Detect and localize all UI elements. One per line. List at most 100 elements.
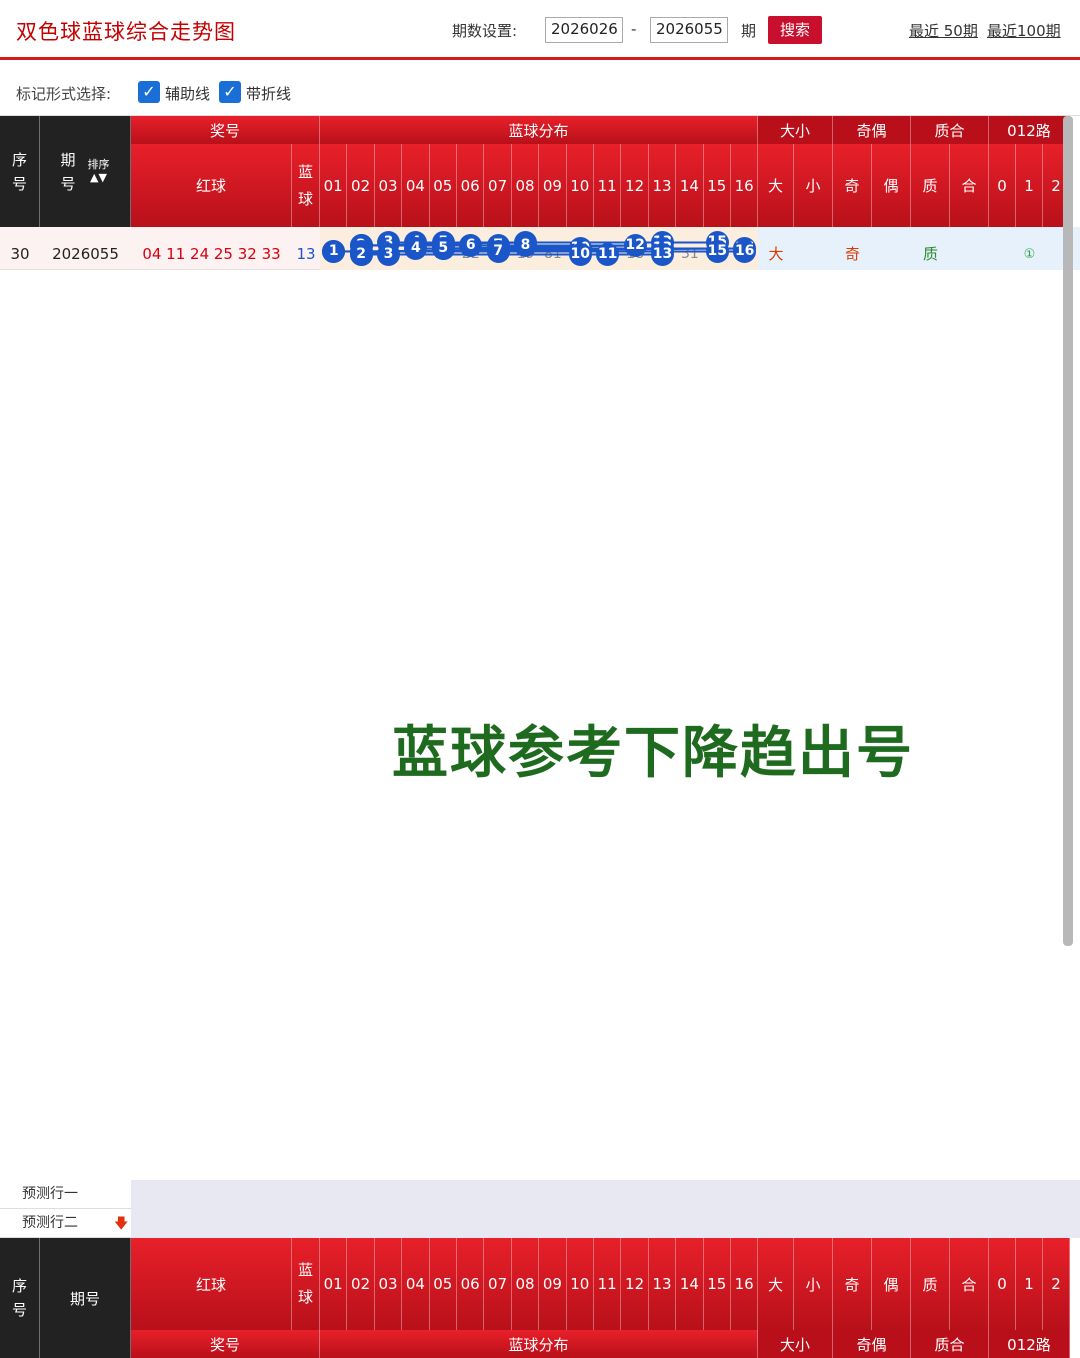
- header-sub-8: 2: [1043, 1238, 1070, 1330]
- header-sub-4: 质: [911, 144, 950, 227]
- header-period[interactable]: 期号: [40, 1238, 131, 1358]
- search-button[interactable]: 搜索: [768, 16, 822, 44]
- header-sub-5: 合: [950, 144, 989, 227]
- header-seq: 序号: [0, 116, 40, 227]
- header-num-14: 14: [676, 144, 704, 227]
- header-blue: 蓝球: [292, 144, 320, 227]
- header-primecomp: 质合: [911, 1330, 989, 1358]
- predict-row-2: 预测行二 🡇: [0, 1209, 1080, 1238]
- header-num-15: 15: [703, 144, 731, 227]
- header-num-06: 06: [457, 1238, 485, 1330]
- header-sub-0: 大: [758, 1238, 794, 1330]
- blue-ball-marker: 7: [486, 240, 510, 263]
- header-num-06: 06: [457, 144, 485, 227]
- header-prize: 奖号: [131, 1330, 320, 1358]
- header-num-11: 11: [594, 1238, 622, 1330]
- header-num-12: 12: [621, 144, 649, 227]
- bigsmall-cell: 大: [768, 245, 784, 263]
- header-num-16: 16: [731, 1238, 759, 1330]
- row-red-balls: 04 11 24 25 32 33: [142, 245, 281, 263]
- header-route: 012路: [989, 1330, 1070, 1358]
- header-distribution: 蓝球分布: [320, 116, 758, 144]
- arrow-down-icon[interactable]: 🡇: [114, 1213, 128, 1237]
- route-cell: ①: [1023, 247, 1036, 262]
- blue-ball-marker: 10: [568, 243, 592, 266]
- blue-ball-marker: 15: [705, 240, 729, 263]
- header-num-01: 01: [320, 144, 348, 227]
- predict-row-2-label: 预测行二: [0, 1209, 131, 1238]
- header-num-05: 05: [429, 1238, 457, 1330]
- trend-table: 序号期号排序 ▲▼ 奖号 红球蓝球蓝球分布 01 02 03 04 05 06 07 08 09 10 11…: [0, 116, 1080, 1358]
- mark-style-label: 标记形式选择:: [16, 85, 112, 103]
- recent-100-link[interactable]: 最近100期: [987, 20, 1061, 41]
- header-sub-3: 偶: [872, 144, 911, 227]
- header-num-03: 03: [374, 1238, 403, 1330]
- options-bar: 标记形式选择: ✓ 辅助线 ✓ 带折线: [0, 68, 1080, 116]
- header-sub-1: 小: [794, 144, 833, 227]
- header-num-08: 08: [511, 144, 540, 227]
- header-sub-2: 奇: [833, 1238, 872, 1330]
- oddeven-cell: 奇: [844, 245, 860, 263]
- polyline-label: 带折线: [246, 85, 292, 103]
- blue-ball-marker: 2: [349, 243, 373, 266]
- header-sub-7: 1: [1016, 1238, 1043, 1330]
- header-sub-0: 大: [758, 144, 794, 227]
- header-sub-4: 质: [911, 1238, 950, 1330]
- table-row: 30202605504 11 24 25 32 3313715151622819…: [0, 239, 1080, 270]
- range-dash: -: [631, 20, 637, 38]
- miss-cell-14: 31: [680, 246, 699, 262]
- header-num-13: 13: [648, 144, 677, 227]
- start-period-input[interactable]: 2026026: [545, 17, 623, 43]
- header-num-10: 10: [566, 144, 594, 227]
- header-sub-6: 0: [989, 1238, 1016, 1330]
- header-red: 红球: [131, 144, 292, 227]
- header-bigsmall: 大小: [758, 116, 833, 144]
- header-num-11: 11: [594, 144, 622, 227]
- row-period: 2026055: [52, 245, 119, 263]
- header-num-09: 09: [539, 1238, 567, 1330]
- header-sub-6: 0: [989, 144, 1016, 227]
- header-period[interactable]: 期号排序 ▲▼: [40, 116, 131, 227]
- polyline-checkbox[interactable]: ✓: [219, 81, 241, 103]
- header-prize: 奖号: [131, 116, 320, 144]
- watermark-text: 蓝球参考下降趋出号: [392, 720, 914, 786]
- header-num-12: 12: [621, 1238, 649, 1330]
- miss-cell-9: 81: [543, 246, 562, 262]
- blue-ball-marker: 3: [377, 243, 400, 266]
- header-oddeven: 奇偶: [833, 1330, 911, 1358]
- predict-row-1-cells[interactable]: [131, 1180, 1080, 1209]
- header-sub-3: 偶: [872, 1238, 911, 1330]
- header-num-08: 08: [511, 1238, 540, 1330]
- vertical-scrollbar[interactable]: [1063, 116, 1073, 946]
- header-num-05: 05: [429, 144, 457, 227]
- recent-50-link[interactable]: 最近 50期: [909, 20, 978, 41]
- header-num-14: 14: [676, 1238, 704, 1330]
- header-blue: 蓝球: [292, 1238, 320, 1330]
- header-route: 012路: [989, 116, 1070, 144]
- end-period-input[interactable]: 2026055: [650, 17, 728, 43]
- header-sub-1: 小: [794, 1238, 833, 1330]
- header-num-09: 09: [539, 144, 567, 227]
- header-red: 红球: [131, 1238, 292, 1330]
- header-distribution: 蓝球分布: [320, 1330, 758, 1358]
- header-seq: 序号: [0, 1238, 40, 1358]
- header-num-01: 01: [320, 1238, 348, 1330]
- aux-line-checkbox[interactable]: ✓: [138, 81, 160, 103]
- period-setting-label: 期数设置:: [452, 22, 518, 40]
- header-sub-2: 奇: [833, 144, 872, 227]
- header-num-03: 03: [374, 144, 403, 227]
- header-num-13: 13: [648, 1238, 677, 1330]
- header-num-02: 02: [347, 1238, 375, 1330]
- header-num-07: 07: [484, 1238, 512, 1330]
- header-num-02: 02: [347, 144, 375, 227]
- predict-row-2-cells[interactable]: [131, 1209, 1080, 1238]
- blue-ball-marker: 8: [514, 234, 537, 257]
- period-unit-label: 期: [741, 22, 757, 40]
- header-num-10: 10: [566, 1238, 594, 1330]
- predict-row-1-label: 预测行一: [0, 1180, 131, 1209]
- header-primecomp: 质合: [911, 116, 989, 144]
- primecomp-cell: 质: [922, 245, 938, 263]
- aux-line-label: 辅助线: [165, 85, 211, 103]
- predict-row-1: 预测行一: [0, 1180, 1080, 1209]
- page-title: 双色球蓝球综合走势图: [16, 20, 236, 44]
